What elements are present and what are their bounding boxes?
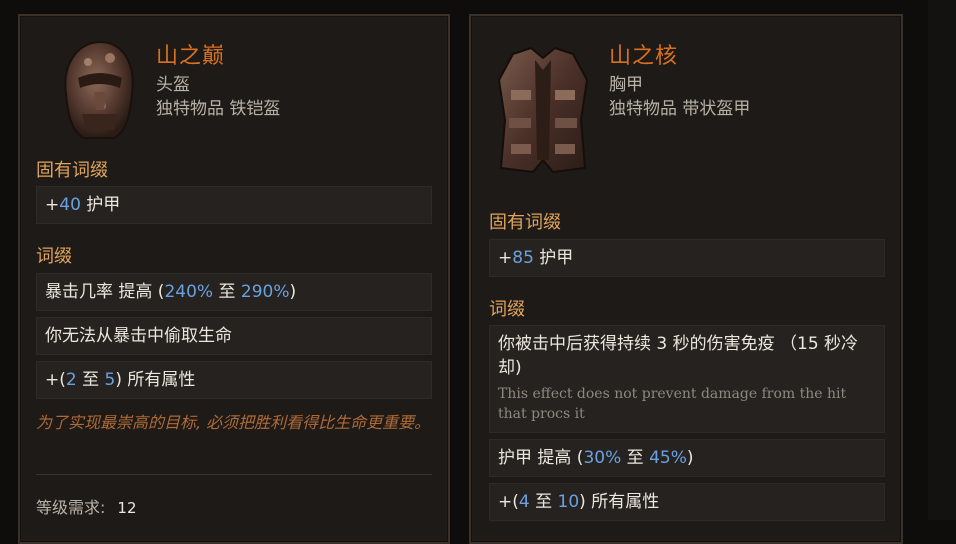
affix-row: +(4 至 10) 所有属性	[489, 483, 885, 521]
affix-row: 护甲 提高 (30% 至 45%)	[489, 439, 885, 477]
implicit-row: +85 护甲	[489, 239, 885, 277]
divider	[36, 474, 432, 475]
flavor-text: 为了实现最崇高的目标, 必须把胜利看得比生命更重要。	[36, 413, 431, 432]
chest-armor-icon	[491, 40, 595, 180]
affix-row: 暴击几率 提高 (240% 至 290%)	[36, 273, 432, 311]
affix-row: 你被击中后获得持续 3 秒的伤害免疫 （15 秒冷却) This effect …	[489, 325, 885, 433]
item-slot: 头盔	[156, 75, 190, 95]
helmet-icon	[48, 34, 148, 144]
implicit-header: 固有词缀	[489, 212, 561, 233]
affix-note: This effect does not prevent damage from…	[498, 386, 847, 422]
item-card-peak: 山之巅 头盔 独特物品 铁铠盔 固有词缀 +40 护甲 词缀 暴击几率 提高 (…	[18, 14, 450, 544]
implicit-row: +40 护甲	[36, 186, 432, 224]
affix-row: +(2 至 5) 所有属性	[36, 361, 432, 399]
level-requirement: 等级需求: 12	[36, 498, 137, 517]
item-type: 独特物品 铁铠盔	[156, 99, 281, 119]
item-slot: 胸甲	[609, 75, 643, 95]
item-type: 独特物品 带状盔甲	[609, 99, 751, 119]
affix-row: 你无法从暴击中偷取生命	[36, 317, 432, 355]
affix-header: 词缀	[36, 246, 72, 267]
affix-header: 词缀	[489, 299, 525, 320]
implicit-header: 固有词缀	[36, 160, 108, 181]
item-name: 山之核	[609, 44, 679, 69]
item-card-core: 山之核 胸甲 独特物品 带状盔甲 固有词缀 +85 护甲 词缀 你被击中后获得持…	[469, 14, 903, 544]
item-name: 山之巅	[156, 44, 226, 69]
page-background-strip	[928, 0, 956, 520]
